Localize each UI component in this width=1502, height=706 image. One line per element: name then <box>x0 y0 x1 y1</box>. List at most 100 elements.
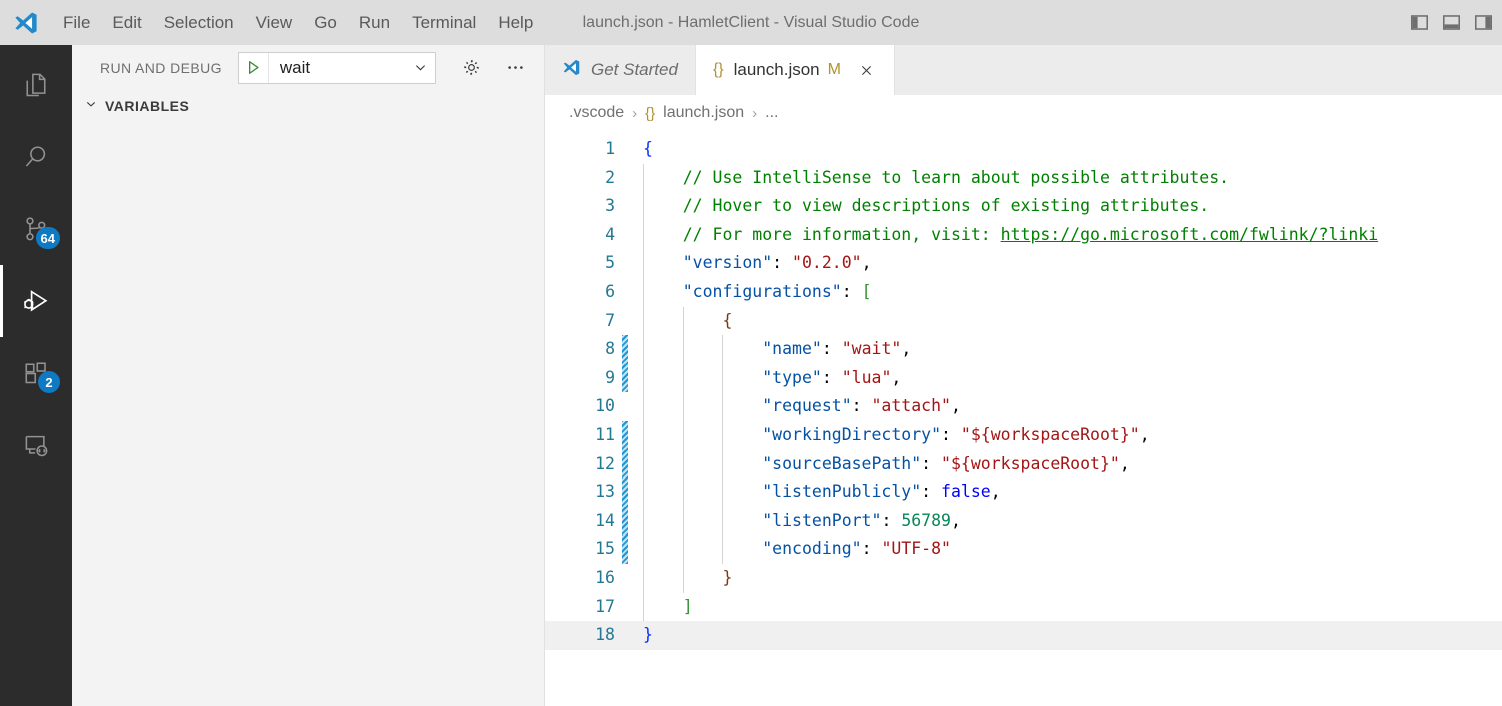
menu-edit[interactable]: Edit <box>101 9 152 37</box>
gutter-spacer <box>622 192 628 221</box>
activity-item-source-control[interactable]: 64 <box>0 193 72 265</box>
diff-modified-marker <box>622 335 628 364</box>
toggle-secondary-sidebar-icon[interactable] <box>1472 12 1494 34</box>
code-line[interactable]: 4 // For more information, visit: https:… <box>545 221 1502 250</box>
code-line[interactable]: 9 "type": "lua", <box>545 363 1502 393</box>
menu-run[interactable]: Run <box>348 9 401 37</box>
code-token: "lua" <box>841 367 892 387</box>
activity-item-remote-explorer[interactable] <box>0 409 72 481</box>
gutter-spacer <box>622 278 628 307</box>
code-line[interactable]: 11 "workingDirectory": "${workspaceRoot}… <box>545 420 1502 450</box>
code-text: } <box>643 621 1502 650</box>
menu-terminal[interactable]: Terminal <box>401 9 487 37</box>
code-text: "encoding": "UTF-8" <box>643 535 1502 564</box>
code-line[interactable]: 1{ <box>545 135 1502 164</box>
chevron-right-icon: › <box>632 104 638 122</box>
code-line[interactable]: 14 "listenPort": 56789, <box>545 506 1502 536</box>
code-editor[interactable]: 1{2 // Use IntelliSense to learn about p… <box>545 131 1502 706</box>
code-text: { <box>643 135 1502 164</box>
breadcrumb-item-file[interactable]: launch.json <box>663 104 744 122</box>
activity-item-run-and-debug[interactable] <box>0 265 72 337</box>
code-text: "type": "lua", <box>643 364 1502 393</box>
code-token: "sourceBasePath" <box>762 453 922 473</box>
menu-go[interactable]: Go <box>303 9 348 37</box>
code-line[interactable]: 6 "configurations": [ <box>545 278 1502 307</box>
breadcrumb-item-symbol[interactable]: ... <box>765 104 778 122</box>
code-token: : <box>881 510 902 530</box>
code-line[interactable]: 13 "listenPublicly": false, <box>545 478 1502 507</box>
chevron-down-icon <box>84 97 98 116</box>
code-text: "version": "0.2.0", <box>643 249 1502 278</box>
code-token: "name" <box>762 339 822 359</box>
code-line[interactable]: 5 "version": "0.2.0", <box>545 249 1502 278</box>
code-token: "${workspaceRoot}" <box>960 424 1140 444</box>
launch-config-select[interactable]: wait <box>237 51 436 84</box>
activity-item-explorer[interactable] <box>0 49 72 121</box>
menu-view[interactable]: View <box>245 9 304 37</box>
run-and-debug-icon <box>20 285 52 317</box>
code-token: , <box>950 396 961 416</box>
section-label-variables: VARIABLES <box>105 98 190 114</box>
diff-modified-marker <box>622 478 628 507</box>
code-token: : <box>861 539 882 559</box>
code-line[interactable]: 3 // Hover to view descriptions of exist… <box>545 192 1502 221</box>
code-token: "attach" <box>871 396 951 416</box>
menu-selection[interactable]: Selection <box>153 9 245 37</box>
json-icon: {} <box>645 104 656 122</box>
gutter-spacer <box>622 221 628 250</box>
code-token: "${workspaceRoot}" <box>941 453 1120 473</box>
code-token: false <box>941 482 991 502</box>
sidebar-section-variables[interactable]: VARIABLES <box>72 90 544 122</box>
code-token: // Hover to view descriptions of existin… <box>682 196 1210 216</box>
code-text: "request": "attach", <box>643 392 1502 421</box>
gutter-spacer <box>622 621 628 650</box>
more-actions-icon[interactable] <box>502 54 530 82</box>
diff-modified-marker <box>622 420 628 450</box>
code-line[interactable]: 7 { <box>545 307 1502 336</box>
close-icon[interactable] <box>857 60 877 80</box>
code-line[interactable]: 16 } <box>545 564 1502 593</box>
code-token: "listenPublicly" <box>762 482 922 502</box>
code-line[interactable]: 10 "request": "attach", <box>545 392 1502 421</box>
code-line[interactable]: 17 ] <box>545 593 1502 622</box>
toggle-panel-icon[interactable] <box>1440 12 1462 34</box>
menu-file[interactable]: File <box>52 9 101 37</box>
menu-help[interactable]: Help <box>487 9 544 37</box>
activity-item-extensions[interactable]: 2 <box>0 337 72 409</box>
code-line[interactable]: 15 "encoding": "UTF-8" <box>545 535 1502 564</box>
remote-explorer-icon <box>21 430 51 460</box>
code-token: : <box>841 281 862 301</box>
code-text: "workingDirectory": "${workspaceRoot}", <box>643 421 1502 450</box>
code-text: "listenPort": 56789, <box>643 507 1502 536</box>
launch-config-label: wait <box>279 57 311 77</box>
code-token: // Use IntelliSense to learn about possi… <box>682 167 1230 187</box>
code-text: // For more information, visit: https://… <box>643 221 1502 250</box>
activity-item-search[interactable] <box>0 121 72 193</box>
line-number: 6 <box>605 281 615 301</box>
code-line[interactable]: 12 "sourceBasePath": "${workspaceRoot}", <box>545 449 1502 479</box>
code-token: "configurations" <box>682 281 842 301</box>
tab-get-started[interactable]: Get Started <box>545 45 696 95</box>
code-line[interactable]: 18} <box>545 621 1502 650</box>
tab-dirty-indicator: M <box>827 61 841 78</box>
title-bar: File Edit Selection View Go Run Terminal… <box>0 0 1502 45</box>
toggle-primary-sidebar-icon[interactable] <box>1408 12 1430 34</box>
code-token: , <box>1119 453 1130 473</box>
code-line[interactable]: 2 // Use IntelliSense to learn about pos… <box>545 164 1502 193</box>
start-debugging-button[interactable] <box>239 52 269 83</box>
code-link[interactable]: https://go.microsoft.com/fwlink/?linki <box>1001 225 1379 244</box>
breadcrumb-item-folder[interactable]: .vscode <box>569 104 624 122</box>
chevron-down-icon[interactable] <box>407 60 435 75</box>
gear-icon[interactable] <box>458 54 486 82</box>
layout-controls <box>1408 0 1496 45</box>
code-line[interactable]: 8 "name": "wait", <box>545 335 1502 364</box>
sidebar-title: RUN AND DEBUG <box>100 59 222 76</box>
tab-launch-json[interactable]: {} launch.json M <box>695 45 895 95</box>
gutter-spacer <box>622 593 628 622</box>
